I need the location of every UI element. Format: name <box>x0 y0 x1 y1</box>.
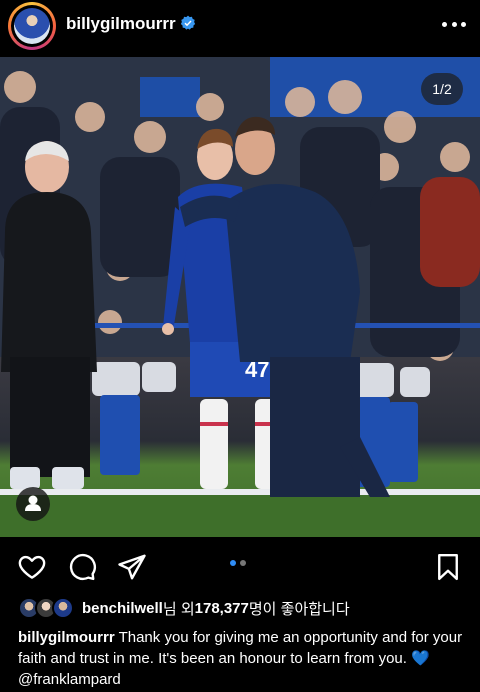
avatar-image <box>14 8 50 44</box>
bookmark-icon[interactable] <box>433 552 463 582</box>
tagged-users-button[interactable] <box>16 487 50 521</box>
post-caption: billygilmourrr Thank you for giving me a… <box>18 627 468 690</box>
heart-emoji: 💙 <box>411 650 430 667</box>
carousel-counter: 1/2 <box>421 73 463 105</box>
avatar[interactable] <box>8 2 56 50</box>
likes-tail: 명이 좋아합니다 <box>248 600 350 618</box>
comment-icon[interactable] <box>67 552 97 582</box>
more-options-button[interactable] <box>442 14 466 34</box>
carousel-indicator <box>230 560 246 566</box>
post-photo[interactable]: 47 1/2 <box>0 57 480 537</box>
carousel-dot-2 <box>240 560 246 566</box>
likes-summary[interactable]: benchilwell 님 외 178,377 명이 좋아합니다 <box>18 597 350 619</box>
person-icon <box>25 495 41 511</box>
username[interactable]: billygilmourrr <box>66 14 176 34</box>
caption-mention[interactable]: @franklampard <box>18 671 121 688</box>
send-icon[interactable] <box>117 552 147 582</box>
liker-avatar <box>52 597 74 619</box>
photo-scene: 47 <box>0 57 480 537</box>
action-bar <box>0 546 480 586</box>
verified-badge-icon <box>180 15 196 30</box>
likes-suffix: 님 외 <box>162 600 195 618</box>
heart-outline-icon[interactable] <box>17 552 47 582</box>
likes-count[interactable]: 178,377 <box>195 600 249 617</box>
post-header: billygilmourrr <box>0 0 480 50</box>
caption-author[interactable]: billygilmourrr <box>18 629 115 646</box>
carousel-dot-1 <box>230 560 236 566</box>
liker-username[interactable]: benchilwell <box>82 600 163 617</box>
liker-facepile <box>18 597 78 619</box>
